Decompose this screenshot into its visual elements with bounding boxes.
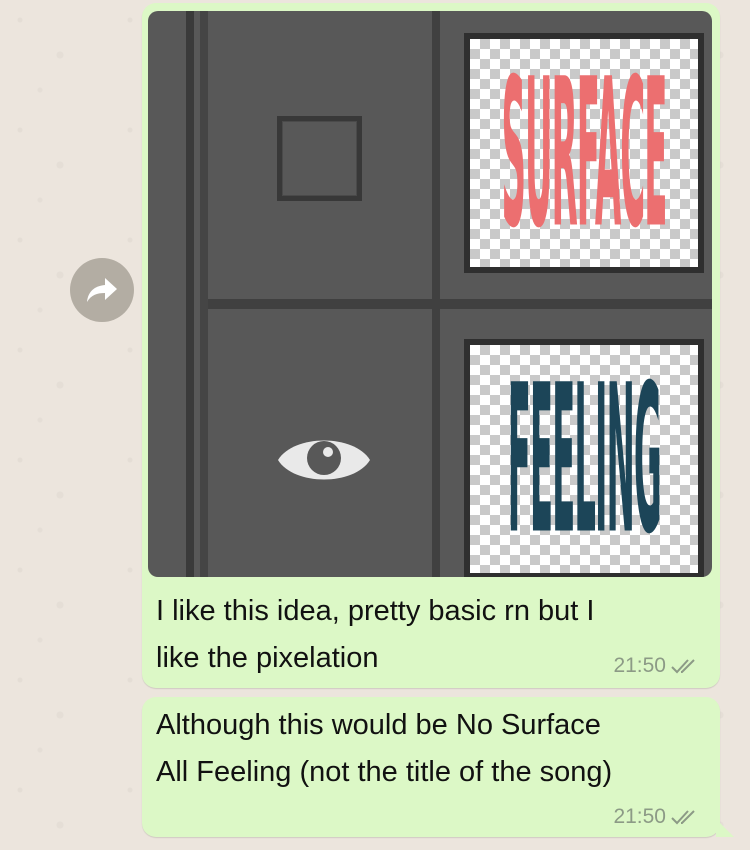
message-photo[interactable]: SURFACE FEELING: [148, 11, 712, 577]
forward-arrow-icon: [87, 278, 117, 302]
message-meta: 21:50: [613, 805, 700, 829]
forward-button[interactable]: [70, 258, 134, 322]
double-check-icon: [671, 810, 695, 825]
panel-divider: [208, 299, 712, 309]
panel-edge: [200, 11, 208, 577]
message-bubble-2[interactable]: Although this would be No Surface All Fe…: [142, 697, 734, 837]
message-text: I like this idea, pretty basic rn but I …: [156, 595, 595, 674]
message-text: Although this would be No Surface All Fe…: [156, 709, 613, 788]
feeling-label: FEELING: [507, 339, 661, 577]
feeling-thumbnail: FEELING: [464, 339, 704, 577]
surface-label: SURFACE: [501, 33, 668, 273]
message-time: 21:50: [613, 805, 666, 828]
message-time: 21:50: [613, 654, 666, 677]
surface-thumbnail: SURFACE: [464, 33, 704, 273]
eye-icon: [278, 440, 370, 480]
message-bubble-1[interactable]: SURFACE FEELING I like this idea, pretty…: [142, 3, 720, 688]
panel-divider: [432, 11, 440, 577]
square-icon: [277, 116, 362, 201]
message-meta: 21:50: [613, 654, 700, 678]
double-check-icon: [671, 659, 695, 674]
panel-edge: [186, 11, 194, 577]
